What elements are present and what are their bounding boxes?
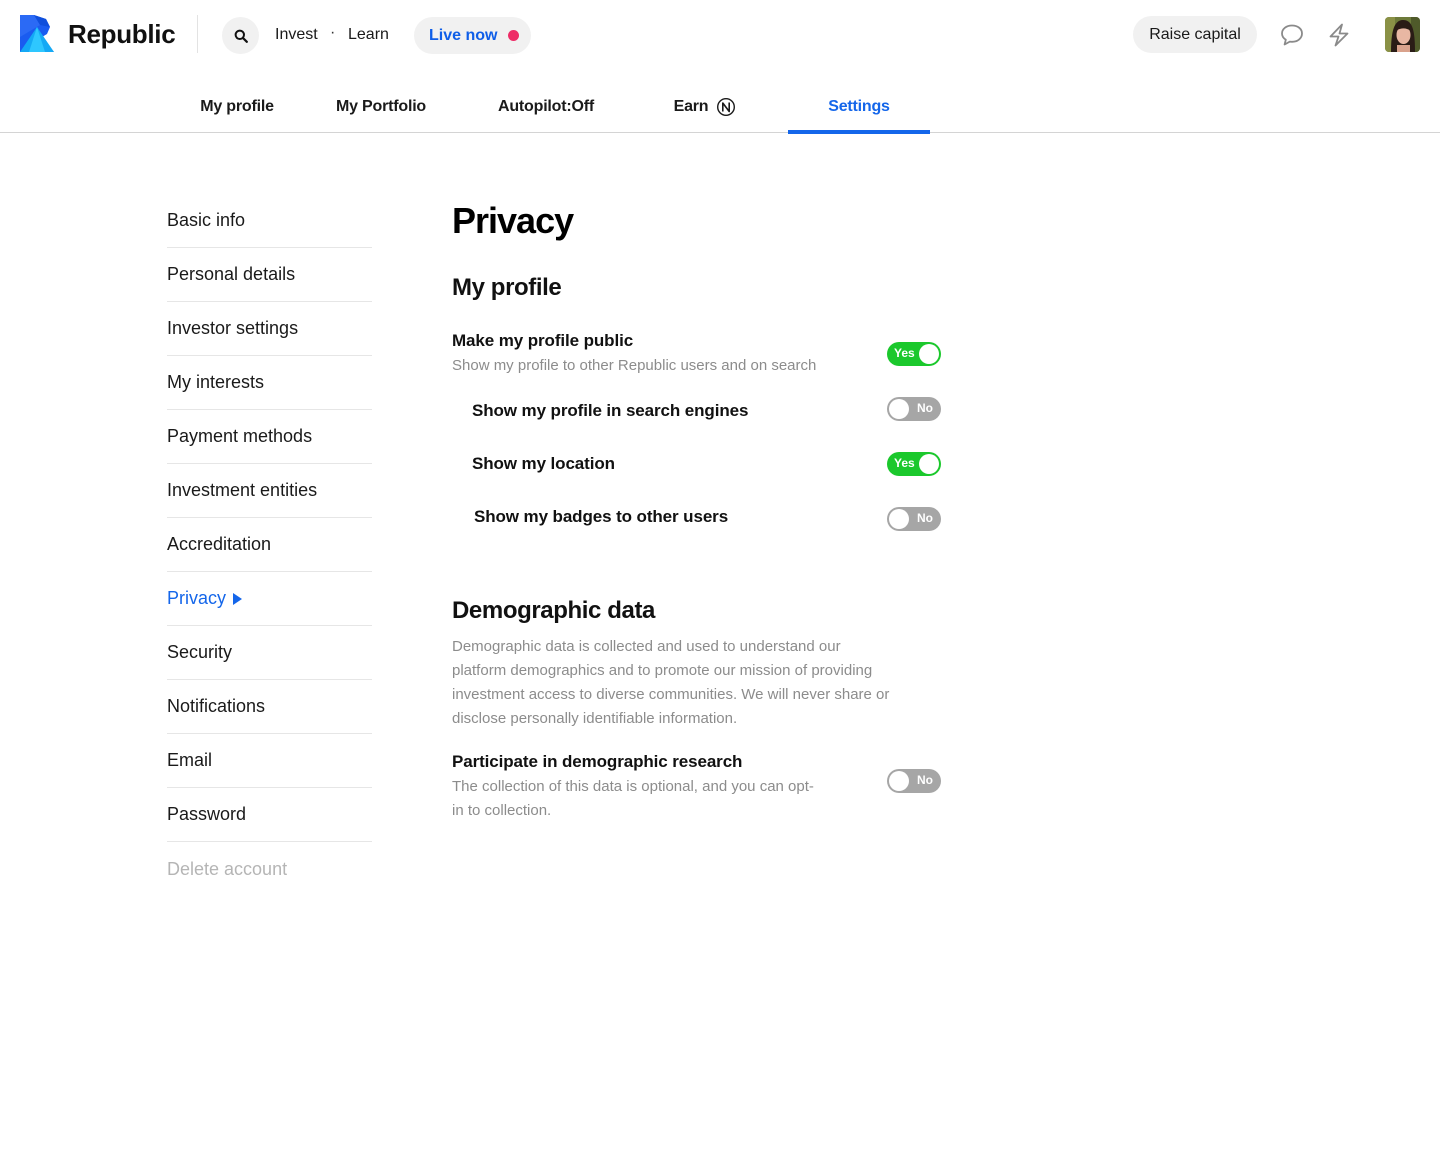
tab-my-portfolio[interactable]: My Portfolio bbox=[320, 82, 442, 132]
sidebar-item-email[interactable]: Email bbox=[167, 734, 372, 788]
search-icon bbox=[234, 29, 248, 43]
sidebar-item-password[interactable]: Password bbox=[167, 788, 372, 842]
my-profile-section-title: My profile bbox=[452, 274, 562, 301]
search-engines-label: Show my profile in search engines bbox=[472, 401, 749, 420]
republic-logo-icon[interactable] bbox=[20, 15, 54, 52]
demographic-research-toggle[interactable]: No bbox=[887, 769, 941, 793]
demographic-research-label: Participate in demographic research bbox=[452, 752, 743, 771]
sidebar-item-payment-methods[interactable]: Payment methods bbox=[167, 410, 372, 464]
settings-sidebar: Basic info Personal details Investor set… bbox=[167, 194, 372, 896]
toggle-state-label: No bbox=[917, 401, 933, 415]
make-profile-public-label: Make my profile public bbox=[452, 331, 634, 350]
sidebar-item-accreditation[interactable]: Accreditation bbox=[167, 518, 372, 572]
make-profile-public-description: Show my profile to other Republic users … bbox=[452, 357, 817, 374]
tab-settings[interactable]: Settings bbox=[788, 82, 930, 134]
avatar-photo bbox=[1385, 17, 1420, 52]
toggle-state-label: No bbox=[917, 511, 933, 525]
brand-name[interactable]: Republic bbox=[68, 19, 176, 50]
sidebar-item-my-interests[interactable]: My interests bbox=[167, 356, 372, 410]
sidebar-item-investor-settings[interactable]: Investor settings bbox=[167, 302, 372, 356]
note-coin-icon bbox=[717, 97, 736, 117]
sidebar-item-security[interactable]: Security bbox=[167, 626, 372, 680]
sidebar-item-personal-details[interactable]: Personal details bbox=[167, 248, 372, 302]
live-indicator-dot bbox=[508, 30, 519, 41]
sidebar-item-delete-account[interactable]: Delete account bbox=[167, 842, 372, 896]
tab-autopilot[interactable]: Autopilot:Off bbox=[480, 82, 612, 132]
tab-my-profile[interactable]: My profile bbox=[184, 82, 290, 132]
profile-tab-bar: My profile My Portfolio Autopilot:Off Ea… bbox=[0, 82, 1440, 134]
header-divider bbox=[197, 15, 198, 53]
chat-bubble-icon bbox=[1281, 24, 1303, 46]
demographic-section-description: Demographic data is collected and used t… bbox=[452, 638, 890, 727]
search-button[interactable] bbox=[222, 17, 259, 54]
top-header: Republic Invest · Learn Live now Raise c… bbox=[0, 0, 1440, 70]
page-title: Privacy bbox=[452, 200, 574, 241]
sidebar-item-privacy-label: Privacy bbox=[167, 588, 227, 608]
lightning-icon bbox=[1329, 23, 1349, 47]
sidebar-item-notifications[interactable]: Notifications bbox=[167, 680, 372, 734]
nav-invest-link[interactable]: Invest bbox=[275, 26, 318, 44]
toggle-state-label: Yes bbox=[894, 346, 915, 360]
show-badges-label: Show my badges to other users bbox=[474, 507, 729, 526]
sidebar-item-basic-info[interactable]: Basic info bbox=[167, 194, 372, 248]
sidebar-item-investment-entities[interactable]: Investment entities bbox=[167, 464, 372, 518]
sidebar-item-privacy[interactable]: Privacy bbox=[167, 572, 372, 626]
demographic-research-description: The collection of this data is optional,… bbox=[452, 778, 814, 819]
caret-right-icon bbox=[233, 593, 243, 605]
tab-earn[interactable]: Earn bbox=[660, 82, 750, 132]
toggle-knob bbox=[919, 344, 939, 364]
toggle-knob bbox=[889, 509, 909, 529]
make-profile-public-toggle[interactable]: Yes bbox=[887, 342, 941, 366]
search-engines-toggle[interactable]: No bbox=[887, 397, 941, 421]
toggle-state-label: Yes bbox=[894, 456, 915, 470]
activity-button[interactable] bbox=[1326, 22, 1352, 48]
messages-button[interactable] bbox=[1279, 22, 1305, 48]
toggle-knob bbox=[889, 399, 909, 419]
demographic-section-title: Demographic data bbox=[452, 597, 655, 624]
raise-capital-button[interactable]: Raise capital bbox=[1133, 16, 1257, 53]
toggle-state-label: No bbox=[917, 773, 933, 787]
toggle-knob bbox=[889, 771, 909, 791]
nav-separator: · bbox=[330, 24, 336, 41]
live-now-button[interactable]: Live now bbox=[414, 17, 531, 54]
show-location-toggle[interactable]: Yes bbox=[887, 452, 941, 476]
show-location-label: Show my location bbox=[472, 454, 615, 473]
toggle-knob bbox=[919, 454, 939, 474]
live-now-label: Live now bbox=[429, 26, 498, 44]
user-avatar[interactable] bbox=[1385, 17, 1420, 52]
nav-learn-link[interactable]: Learn bbox=[348, 26, 389, 44]
tab-earn-label: Earn bbox=[673, 98, 709, 115]
show-badges-toggle[interactable]: No bbox=[887, 507, 941, 531]
